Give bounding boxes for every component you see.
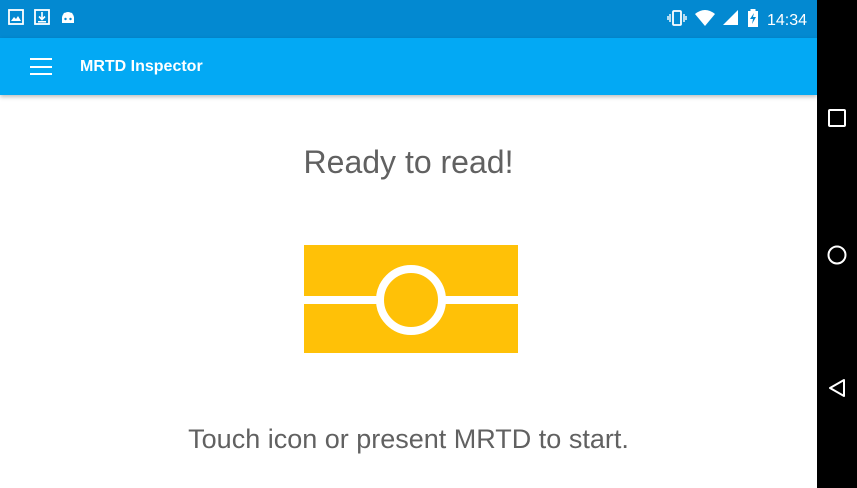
status-notification-icons (8, 9, 76, 30)
home-button[interactable] (825, 243, 849, 267)
hamburger-menu-icon[interactable] (28, 55, 54, 79)
ready-heading: Ready to read! (303, 144, 514, 180)
back-button[interactable] (825, 376, 849, 400)
nfc-card-icon[interactable] (304, 245, 518, 353)
app-title: MRTD Inspector (80, 58, 203, 75)
wifi-icon (694, 9, 715, 32)
status-system-icons: 14:34 (667, 9, 807, 32)
image-icon (8, 9, 24, 30)
main-content: Ready to read! Touch icon or present MRT… (0, 95, 817, 488)
circle-icon (827, 245, 847, 265)
download-icon (34, 9, 50, 30)
instruction-text: Touch icon or present MRTD to start. (188, 424, 629, 454)
navigation-bar (817, 0, 857, 488)
app-bar: MRTD Inspector (0, 38, 817, 95)
vibrate-icon (667, 9, 687, 32)
battery-charging-icon (747, 9, 759, 32)
status-bar: 14:34 (0, 0, 817, 38)
status-time: 14:34 (766, 11, 807, 29)
android-icon (60, 9, 76, 30)
app-screen: 14:34 MRTD Inspector Ready to read! Touc… (0, 0, 817, 488)
square-icon (828, 109, 846, 127)
back-triangle-icon (829, 379, 845, 397)
signal-icon (722, 9, 739, 32)
recents-button[interactable] (825, 106, 849, 130)
